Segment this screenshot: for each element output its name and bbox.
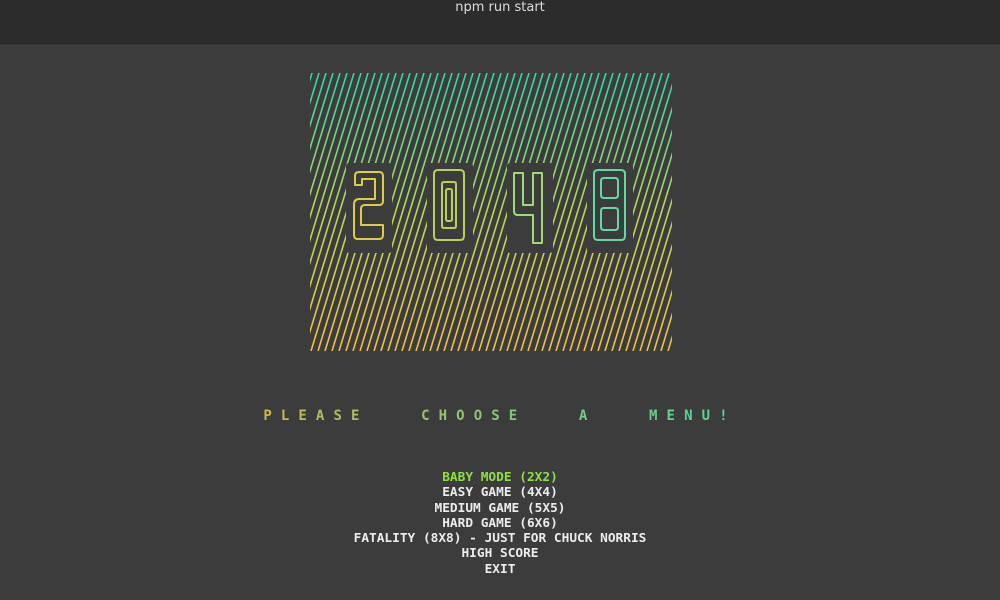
prompt-char: P (263, 408, 281, 424)
prompt-char: L (280, 408, 299, 424)
prompt-char: O (456, 408, 474, 424)
prompt-char (369, 408, 422, 424)
prompt-char: E (666, 408, 685, 424)
window-titlebar[interactable]: npm run start (0, 0, 1000, 44)
prompt-char: C (421, 408, 439, 424)
logo-digit-0 (427, 163, 473, 253)
window-title: npm run start (455, 0, 545, 15)
menu-item-fatality[interactable]: FATALITY (8X8) - JUST FOR CHUCK NORRIS (0, 531, 1000, 546)
logo-digit-2 (346, 163, 392, 253)
menu-prompt: PLEASE CHOOSE A MENU! (0, 406, 1000, 426)
menu-item-high-score[interactable]: HIGH SCORE (0, 546, 1000, 561)
prompt-char: S (333, 408, 351, 424)
prompt-char: ! (719, 408, 737, 424)
menu-item-exit[interactable]: EXIT (0, 562, 1000, 577)
logo-digit-8 (587, 163, 633, 253)
prompt-char: N (684, 408, 702, 424)
menu-item-medium-game[interactable]: MEDIUM GAME (5X5) (0, 501, 1000, 516)
prompt-char: M (649, 408, 667, 424)
menu-item-baby-mode[interactable]: BABY MODE (2X2) (0, 470, 1000, 485)
prompt-char: E (350, 408, 369, 424)
menu-item-easy-game[interactable]: EASY GAME (4X4) (0, 485, 1000, 500)
prompt-char: H (438, 408, 457, 424)
prompt-char: S (491, 408, 509, 424)
game-logo-2048 (310, 73, 672, 351)
menu-item-hard-game[interactable]: HARD GAME (6X6) (0, 516, 1000, 531)
prompt-char (526, 408, 579, 424)
prompt-char: A (578, 408, 597, 424)
prompt-char: U (701, 408, 720, 424)
logo-digit-4 (507, 163, 553, 253)
prompt-char: E (298, 408, 316, 424)
main-menu: BABY MODE (2X2) EASY GAME (4X4) MEDIUM GAM… (0, 470, 1000, 577)
logo-digit-tiles (346, 163, 633, 253)
prompt-char: A (315, 408, 334, 424)
prompt-char (596, 408, 649, 424)
prompt-char: O (473, 408, 492, 424)
prompt-char: E (508, 408, 527, 424)
